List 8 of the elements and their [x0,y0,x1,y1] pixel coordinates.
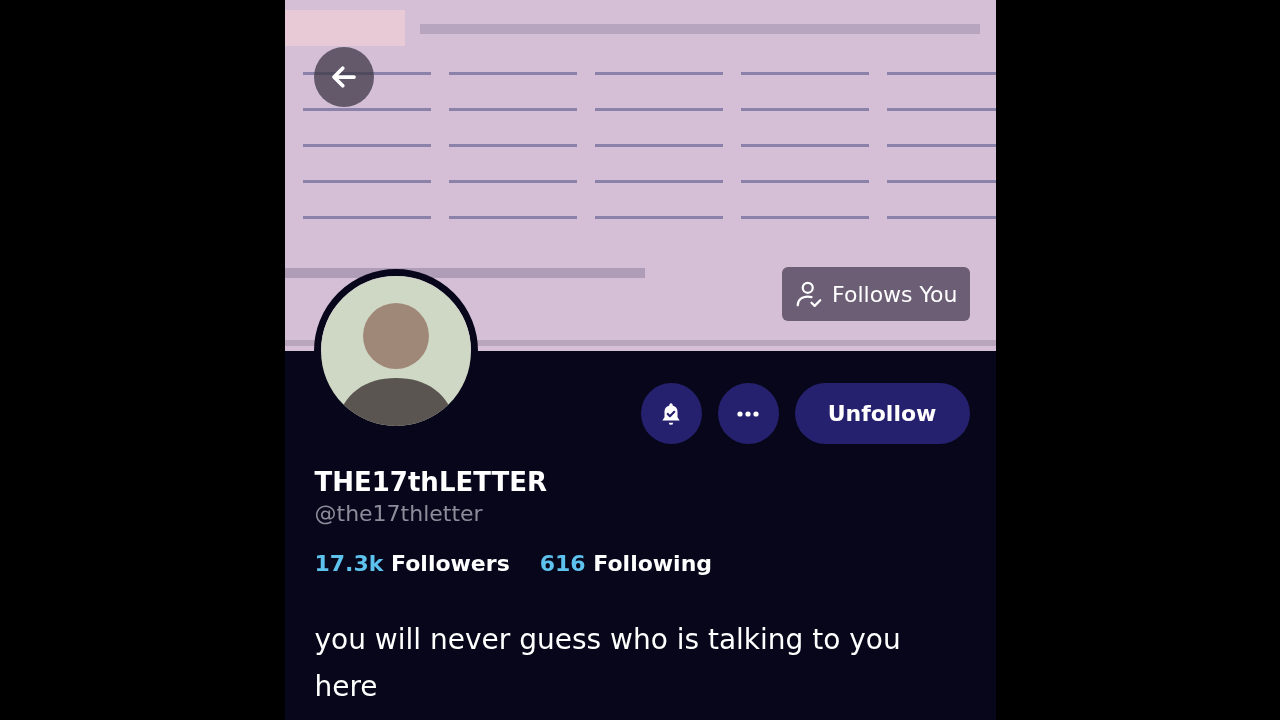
unfollow-button[interactable]: Unfollow [794,383,970,444]
display-name: THE17thLETTER [314,466,549,499]
follows-you-badge: Follows You [782,267,970,321]
username: @the17thletter [314,500,484,528]
bio-text: you will never guess who is talking to you here [314,622,902,705]
stat-link[interactable]: 616 Following [539,551,713,576]
more-icon [735,409,761,418]
stat-link[interactable]: 17.3k Followers [314,551,510,576]
